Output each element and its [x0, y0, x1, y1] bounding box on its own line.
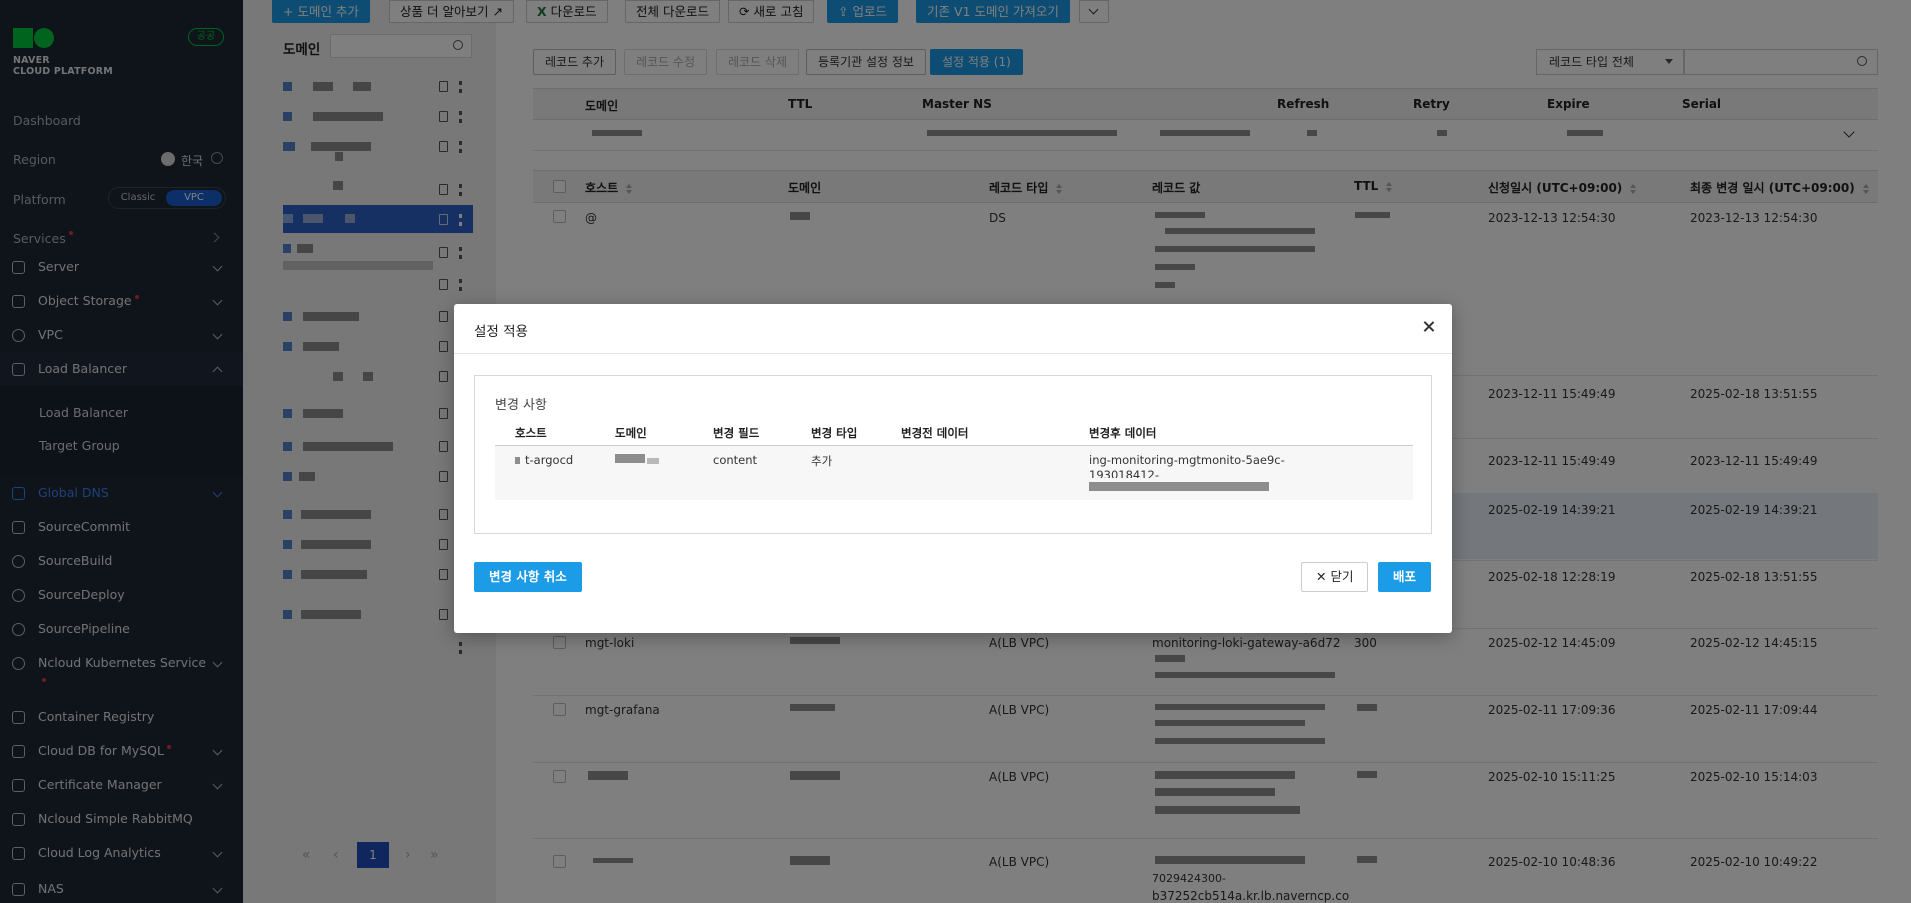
- changes-col-field: 변경 필드: [713, 426, 760, 440]
- changes-col-after: 변경후 데이터: [1089, 426, 1157, 440]
- change-host: t-argocd: [525, 453, 574, 467]
- deploy-button[interactable]: 배포: [1378, 562, 1432, 592]
- changes-col-before: 변경전 데이터: [901, 426, 969, 440]
- changes-table-row: t-argocd content 추가 ing-monitoring-mgtmo…: [495, 446, 1413, 500]
- apply-settings-modal: 설정 적용 변경 사항 호스트 도메인 변경 필드 변경 타입 변경전 데이터 …: [454, 304, 1452, 633]
- cancel-changes-button[interactable]: 변경 사항 취소: [474, 562, 582, 592]
- changes-col-type: 변경 타입: [811, 426, 858, 440]
- change-after-line2: 193018412-: [1089, 468, 1159, 478]
- change-field: content: [713, 453, 758, 467]
- close-button[interactable]: ✕ 닫기: [1301, 562, 1369, 592]
- changes-col-domain: 도메인: [615, 426, 647, 440]
- modal-title: 설정 적용: [474, 324, 528, 340]
- changes-title: 변경 사항: [495, 398, 547, 413]
- change-type: 추가: [811, 454, 833, 468]
- changes-box: 변경 사항 호스트 도메인 변경 필드 변경 타입 변경전 데이터 변경후 데이…: [474, 375, 1432, 534]
- change-after-line1: ing-monitoring-mgtmonito-5ae9c-: [1089, 453, 1285, 467]
- changes-col-host: 호스트: [515, 426, 547, 440]
- close-icon[interactable]: [1421, 319, 1437, 335]
- modal-divider: [454, 353, 1452, 354]
- changes-table-header: 호스트 도메인 변경 필드 변경 타입 변경전 데이터 변경후 데이터: [495, 420, 1413, 446]
- close-x-icon: ✕: [1316, 569, 1327, 584]
